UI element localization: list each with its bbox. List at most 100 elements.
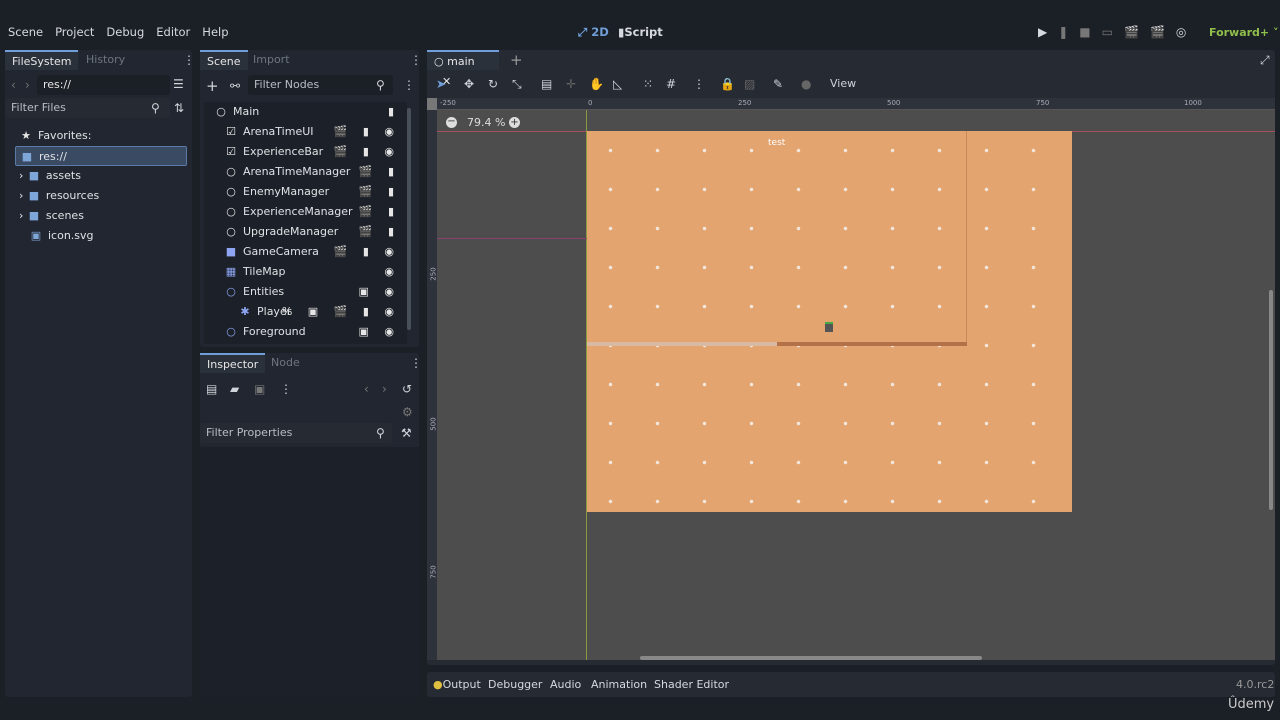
bone-icon[interactable]: ✎ (773, 77, 783, 91)
movie-icon[interactable]: ◎ (1176, 25, 1197, 39)
scale-tool-icon[interactable]: ⤡ (512, 77, 522, 92)
bottom-tab-animation[interactable]: Animation (591, 678, 647, 691)
smart-snap-icon[interactable]: ⁙ (643, 77, 653, 91)
menu-help[interactable]: Help (202, 25, 228, 39)
distraction-free-icon[interactable]: ⤢ (1260, 53, 1270, 68)
tab-node[interactable]: Node (264, 353, 307, 373)
filter-properties-input[interactable]: Filter Properties (200, 423, 392, 443)
bottom-tab-shader-editor[interactable]: Shader Editor (654, 678, 729, 691)
scene-node-gamecamera[interactable]: ■ GameCamera 🎬 ▮ ◉ (224, 242, 400, 262)
add-node-icon[interactable]: + (206, 77, 219, 95)
play-custom-icon[interactable]: 🎬 (1150, 25, 1176, 39)
rotate-tool-icon[interactable]: ↻ (488, 77, 498, 91)
sort-icon[interactable]: ⇅ (174, 101, 184, 115)
play-scene-icon[interactable]: 🎬 (1124, 25, 1150, 39)
node-badges-icon[interactable]: ▮ (388, 102, 400, 122)
node-badges-icon[interactable]: ▣ ◉ (359, 322, 401, 342)
workspace-2d-button[interactable]: ⤢ 2D (578, 25, 609, 40)
scene-node-arenatimeui[interactable]: ☑ ArenaTimeUI 🎬 ▮ ◉ (224, 122, 400, 142)
menu-project[interactable]: Project (55, 25, 94, 39)
node-badges-icon[interactable]: 🎬 ▮ (359, 222, 400, 242)
pivot-icon[interactable]: ✛ (566, 77, 576, 91)
menu-scene[interactable]: Scene (8, 25, 43, 39)
history-forward-icon[interactable]: › (382, 382, 387, 396)
scene-node-experiencebar[interactable]: ☑ ExperienceBar 🎬 ▮ ◉ (224, 142, 400, 162)
player-sprite[interactable] (825, 322, 833, 332)
property-tools-icon[interactable]: ⚒ (401, 426, 412, 440)
scene-node-foreground[interactable]: ○ Foreground ▣ ◉ (224, 322, 400, 342)
new-resource-icon[interactable]: ▤ (206, 382, 217, 396)
tab-filesystem[interactable]: FileSystem (5, 50, 79, 70)
fs-item-assets[interactable]: › ■ assets (19, 166, 81, 186)
fs-item-icon-svg[interactable]: ▣ icon.svg (29, 226, 94, 246)
scene-node-arenatimemanager[interactable]: ○ ArenaTimeManager 🎬 ▮ (224, 162, 400, 182)
history-icon[interactable]: ↺ (402, 382, 412, 396)
open-folder-icon[interactable]: ▰ (230, 382, 239, 396)
tab-import[interactable]: Import (246, 50, 297, 70)
stop-icon[interactable]: ■ (1079, 25, 1101, 39)
snap-options-icon[interactable]: ⋮ (693, 77, 705, 91)
node-badges-icon[interactable]: ▣ ◉ (359, 282, 401, 302)
scene-node-enemymanager[interactable]: ○ EnemyManager 🎬 ▮ (224, 182, 400, 202)
add-tab-icon[interactable]: + (510, 51, 523, 69)
forward-icon[interactable]: › (25, 78, 30, 92)
remote-debug-icon[interactable]: ▭ (1102, 25, 1124, 39)
menu-editor[interactable]: Editor (156, 25, 190, 39)
menu-dots-icon[interactable]: ⋮ (280, 382, 292, 396)
camera-override-icon[interactable]: ● (801, 77, 811, 91)
scene-node-main[interactable]: ○ Main ▮ (214, 102, 400, 122)
link-icon[interactable]: ⚯ (230, 79, 240, 93)
favorites-item[interactable]: ★ Favorites: (19, 126, 91, 146)
fs-item-resources[interactable]: › ■ resources (19, 186, 99, 206)
zoom-level[interactable]: 79.4 % (467, 116, 505, 129)
zoom-out-icon[interactable]: − (446, 117, 457, 128)
zoom-in-icon[interactable]: + (509, 117, 520, 128)
menu-dots-icon[interactable]: ⋮ (183, 53, 195, 67)
group-icon[interactable]: ▨ (744, 77, 755, 91)
history-back-icon[interactable]: ‹ (364, 382, 369, 396)
pause-icon[interactable]: ❚ (1058, 25, 1079, 39)
node-badges-icon[interactable]: 🎬 ▮ (359, 202, 400, 222)
node-badges-icon[interactable]: 🎬 ▮ (359, 182, 400, 202)
filter-nodes-input[interactable]: Filter Nodes (248, 75, 393, 95)
lock-icon[interactable]: 🔒 (720, 77, 735, 91)
grid-snap-icon[interactable]: # (666, 77, 676, 91)
menu-dots-icon[interactable]: ⋮ (403, 78, 415, 92)
scene-node-experiencemanager[interactable]: ○ ExperienceManager 🎬 ▮ (224, 202, 400, 222)
ruler-tool-icon[interactable]: ◺ (613, 77, 622, 91)
viewport-canvas[interactable]: test − 79.4 % + (437, 110, 1275, 660)
node-badges-icon[interactable]: ◉ (384, 262, 400, 282)
renderer-select[interactable]: Forward+ ˅ (1209, 26, 1279, 39)
back-icon[interactable]: ‹ (11, 78, 16, 92)
list-select-icon[interactable]: ▤ (541, 77, 552, 91)
menu-dots-icon[interactable]: ⋮ (410, 53, 422, 67)
workspace-script-button[interactable]: ▮Script (618, 25, 663, 39)
scene-node-tilemap[interactable]: ▦ TileMap ◉ (224, 262, 400, 282)
scene-node-player[interactable]: ✱ Player% ▣ 🎬 ▮ ◉ (238, 302, 400, 322)
path-field[interactable]: res:// (37, 75, 170, 95)
play-icon[interactable]: ▶ (1038, 25, 1058, 39)
tab-history[interactable]: History (79, 50, 132, 70)
view-menu[interactable]: View (830, 77, 856, 90)
save-icon[interactable]: ▣ (254, 382, 265, 396)
node-badges-icon[interactable]: 🎬 ▮ (359, 162, 400, 182)
node-badges-icon[interactable]: 🎬 ▮ ◉ (334, 122, 400, 142)
object-props-icon[interactable]: ⚙ (402, 405, 413, 419)
node-badges-icon[interactable]: 🎬 ▮ ◉ (334, 142, 400, 162)
select-tool-icon[interactable]: ➤ (436, 77, 446, 91)
fs-item-scenes[interactable]: › ■ scenes (19, 206, 84, 226)
node-badges-icon[interactable]: 🎬 ▮ ◉ (334, 242, 400, 262)
vertical-scrollbar[interactable] (1269, 290, 1273, 510)
res-root-item[interactable]: ■ res:// (15, 146, 187, 166)
horizontal-scrollbar[interactable] (640, 656, 982, 660)
scene-scrollbar[interactable] (407, 108, 411, 330)
split-view-icon[interactable]: ☰ (173, 77, 184, 91)
node-badges-icon[interactable]: % ▣ 🎬 ▮ ◉ (282, 302, 400, 322)
filter-files-input[interactable]: Filter Files (5, 98, 170, 118)
bottom-tab-output[interactable]: ●Output (433, 678, 481, 691)
scene-node-upgrademanager[interactable]: ○ UpgradeManager 🎬 ▮ (224, 222, 400, 242)
scene-node-entities[interactable]: ○ Entities ▣ ◉ (224, 282, 400, 302)
bottom-tab-debugger[interactable]: Debugger (488, 678, 542, 691)
menu-dots-icon[interactable]: ⋮ (410, 356, 422, 370)
tab-main-scene[interactable]: ○ main ✕ (427, 50, 499, 88)
